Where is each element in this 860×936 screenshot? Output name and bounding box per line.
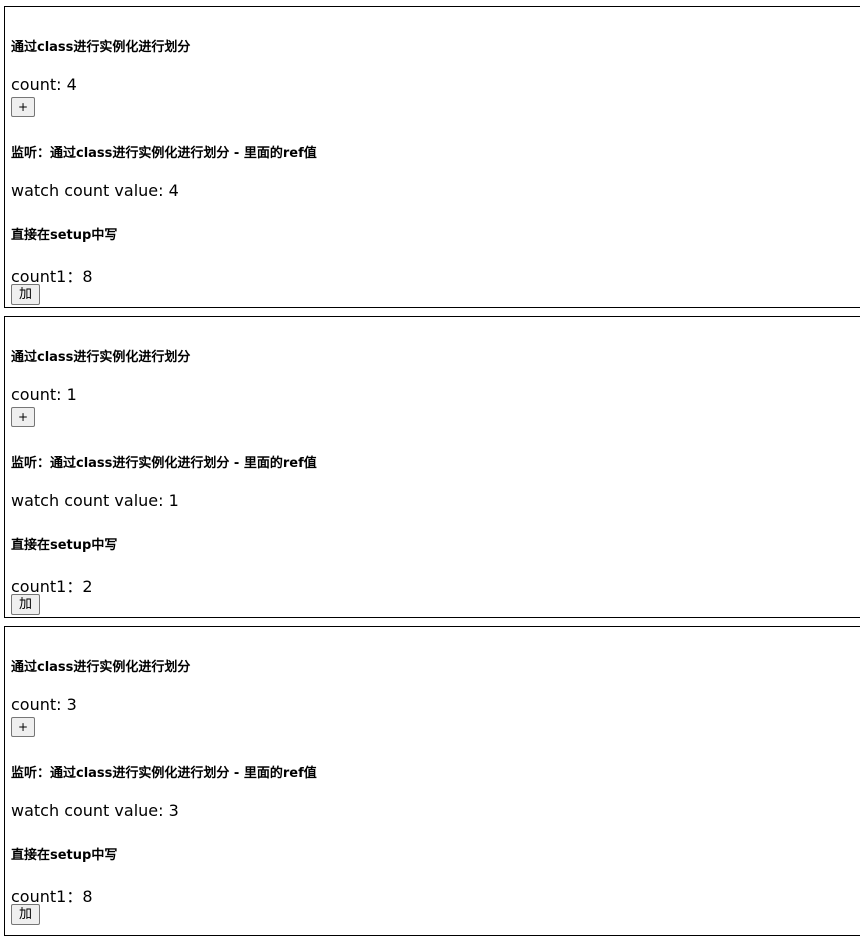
- setup-heading: 直接在setup中写: [11, 538, 118, 553]
- class-instance-heading: 通过class进行实例化进行划分: [11, 350, 191, 365]
- add-button[interactable]: 加: [11, 904, 40, 925]
- increment-button[interactable]: +: [11, 97, 35, 117]
- watch-count-value: watch count value: 4: [11, 181, 179, 200]
- count-value: count: 4: [11, 75, 77, 94]
- class-instance-heading: 通过class进行实例化进行划分: [11, 660, 191, 675]
- add-button[interactable]: 加: [11, 284, 40, 305]
- setup-heading: 直接在setup中写: [11, 228, 118, 243]
- watch-heading: 监听：通过class进行实例化进行划分 - 里面的ref值: [11, 146, 317, 161]
- component-panel-2: 通过class进行实例化进行划分 count: 1 + 监听：通过class进行…: [4, 316, 860, 618]
- class-instance-heading: 通过class进行实例化进行划分: [11, 40, 191, 55]
- count-value: count: 1: [11, 385, 77, 404]
- increment-button[interactable]: +: [11, 407, 35, 427]
- setup-heading: 直接在setup中写: [11, 848, 118, 863]
- watch-heading: 监听：通过class进行实例化进行划分 - 里面的ref值: [11, 766, 317, 781]
- component-panel-3: 通过class进行实例化进行划分 count: 3 + 监听：通过class进行…: [4, 626, 860, 936]
- watch-count-value: watch count value: 1: [11, 491, 179, 510]
- count-value: count: 3: [11, 695, 77, 714]
- watch-count-value: watch count value: 3: [11, 801, 179, 820]
- watch-heading: 监听：通过class进行实例化进行划分 - 里面的ref值: [11, 456, 317, 471]
- add-button[interactable]: 加: [11, 594, 40, 615]
- component-panel-1: 通过class进行实例化进行划分 count: 4 + 监听：通过class进行…: [4, 6, 860, 308]
- increment-button[interactable]: +: [11, 717, 35, 737]
